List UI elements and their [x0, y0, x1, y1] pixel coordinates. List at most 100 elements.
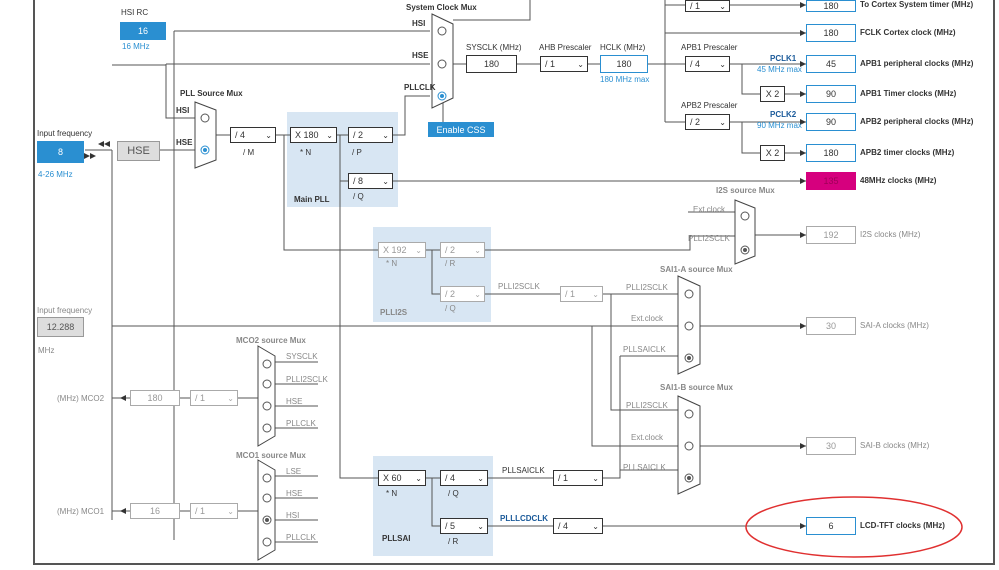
- plli2s-r-label: / R: [445, 259, 456, 268]
- sai-b-plli2sclk: PLLI2SCLK: [626, 401, 668, 410]
- plli2s-r-select[interactable]: / 2 ⌄: [440, 242, 485, 258]
- sai-a-clock-value[interactable]: 30: [806, 317, 856, 335]
- pllsai-q-select[interactable]: / 4 ⌄: [440, 470, 488, 486]
- apb2-label: APB2 Prescaler: [681, 101, 738, 110]
- clk48-value[interactable]: 135: [806, 172, 856, 190]
- pll-m-select[interactable]: / 4 ⌄: [230, 127, 276, 143]
- sai-b-clock-label: SAI-B clocks (MHz): [860, 441, 930, 450]
- hse-range: 4-26 MHz: [38, 170, 73, 179]
- apb2-timer-label: APB2 timer clocks (MHz): [860, 148, 955, 157]
- i2s-mux-ext: Ext.clock: [693, 205, 726, 214]
- mco2-hse: HSE: [286, 397, 303, 406]
- hsi-value[interactable]: 16: [120, 22, 166, 40]
- cortex-timer-label: To Cortex System timer (MHz): [860, 0, 974, 9]
- cortex-timer-value[interactable]: 180: [806, 0, 856, 12]
- apb2-timer-value[interactable]: 180: [806, 144, 856, 162]
- pllsai-q-label: / Q: [448, 489, 459, 498]
- mco1-hse: HSE: [286, 489, 303, 498]
- sai-a-ext: Ext.clock: [631, 314, 664, 323]
- pllsai-n-label: * N: [386, 489, 398, 498]
- pclk1-label: PCLK1: [770, 54, 797, 63]
- sai-b-clock-value[interactable]: 30: [806, 437, 856, 455]
- apb1-timer-value[interactable]: 90: [806, 85, 856, 103]
- pll-source-mux-title: PLL Source Mux: [180, 89, 243, 98]
- hclk-max: 180 MHz max: [600, 75, 650, 84]
- apb1-x2: X 2: [760, 86, 785, 102]
- sysmux-hse: HSE: [412, 51, 429, 60]
- pll-n-select[interactable]: X 180 ⌄: [290, 127, 337, 143]
- apb2-peripheral-value[interactable]: 90: [806, 113, 856, 131]
- apb2-prescaler-select[interactable]: / 2 ⌄: [685, 114, 730, 130]
- pclk2-max: 90 MHz max: [757, 121, 802, 130]
- pll-source-hse: HSE: [176, 138, 193, 147]
- pll-q-label: / Q: [353, 192, 364, 201]
- pllsai-r-select[interactable]: / 5 ⌄: [440, 518, 488, 534]
- mco1-out-label: (MHz) MCO1: [57, 507, 105, 516]
- sai-b-ext: Ext.clock: [631, 433, 664, 442]
- hsi-unit: 16 MHz: [122, 42, 150, 51]
- apb2-x2: X 2: [760, 145, 785, 161]
- apb1-timer-label: APB1 Timer clocks (MHz): [860, 89, 957, 98]
- hsi-rc-label: HSI RC: [121, 8, 149, 17]
- hse-input-frequency[interactable]: 8: [37, 141, 84, 163]
- i2s-clock-label: I2S clocks (MHz): [860, 230, 921, 239]
- hclk-value[interactable]: 180: [600, 55, 648, 73]
- mco2-sysclk: SYSCLK: [286, 352, 318, 361]
- mco2-plli2sclk: PLLI2SCLK: [286, 375, 328, 384]
- sai-a-clock-label: SAI-A clocks (MHz): [860, 321, 929, 330]
- mco2-out-label: (MHz) MCO2: [57, 394, 105, 403]
- plli2s-q-select[interactable]: / 2 ⌄: [440, 286, 485, 302]
- sysclk-value[interactable]: 180: [466, 55, 517, 73]
- plli2s-n-label: * N: [386, 259, 398, 268]
- mco2-mux-title: MCO2 source Mux: [236, 336, 306, 345]
- fclk-value[interactable]: 180: [806, 24, 856, 42]
- sai-b-mux-title: SAI1-B source Mux: [660, 383, 733, 392]
- apb1-peripheral-value[interactable]: 45: [806, 55, 856, 73]
- apb1-prescaler-select[interactable]: / 4 ⌄: [685, 56, 730, 72]
- top-prescaler-select[interactable]: / 1 ⌄: [685, 0, 730, 12]
- main-pll-title: Main PLL: [294, 195, 330, 204]
- ext-input-unit: MHz: [38, 346, 55, 355]
- i2s-clock-value[interactable]: 192: [806, 226, 856, 244]
- pll-m-label: / M: [243, 148, 255, 157]
- fclk-label: FCLK Cortex clock (MHz): [860, 28, 956, 37]
- apb2-peripheral-label: APB2 peripheral clocks (MHz): [860, 117, 974, 126]
- enable-css-button[interactable]: Enable CSS: [428, 122, 494, 137]
- lcd-tft-clock-value[interactable]: 6: [806, 517, 856, 535]
- ext-input-frequency[interactable]: 12.288: [37, 317, 84, 337]
- plli2s-title: PLLI2S: [380, 308, 408, 317]
- pllsai-lcd-div-select[interactable]: / 4 ⌄: [553, 518, 603, 534]
- pclk2-label: PCLK2: [770, 110, 797, 119]
- mco1-pllclk: PLLCLK: [286, 533, 316, 542]
- pllsai-r-label: / R: [448, 537, 459, 546]
- plli2s-q-label: / Q: [445, 304, 456, 313]
- pll-source-hsi: HSI: [176, 106, 190, 115]
- sai-a-pllsaiclk: PLLSAICLK: [623, 345, 666, 354]
- plli2s-clk-label: PLLI2SCLK: [498, 282, 540, 291]
- plli2s-n-select[interactable]: X 192 ⌄: [378, 242, 426, 258]
- mco1-lse: LSE: [286, 467, 302, 476]
- pllsai-div-select[interactable]: / 1 ⌄: [553, 470, 603, 486]
- mco2-div-select[interactable]: / 1 ⌄: [190, 390, 238, 406]
- plli2s-div-select[interactable]: / 1 ⌄: [560, 286, 603, 302]
- hclk-label: HCLK (MHz): [600, 43, 646, 52]
- mco2-value[interactable]: 180: [130, 390, 180, 406]
- pll-n-label: * N: [300, 148, 312, 157]
- sysclk-label: SYSCLK (MHz): [466, 43, 522, 52]
- clk48-label: 48MHz clocks (MHz): [860, 176, 937, 185]
- sai-b-pllsaiclk: PLLSAICLK: [623, 463, 666, 472]
- i2s-mux-title: I2S source Mux: [716, 186, 775, 195]
- ahb-prescaler-select[interactable]: / 1 ⌄: [540, 56, 588, 72]
- hse-input-label: Input frequency: [37, 129, 93, 138]
- pclk1-max: 45 MHz max: [757, 65, 802, 74]
- apb1-label: APB1 Prescaler: [681, 43, 738, 52]
- pll-q-select[interactable]: / 8 ⌄: [348, 173, 393, 189]
- sai-a-plli2sclk: PLLI2SCLK: [626, 283, 668, 292]
- mco1-div-select[interactable]: / 1 ⌄: [190, 503, 238, 519]
- pll-p-select[interactable]: / 2 ⌄: [348, 127, 393, 143]
- mco1-value[interactable]: 16: [130, 503, 180, 519]
- pllsai-title: PLLSAI: [382, 534, 411, 543]
- lcd-tft-clock-label: LCD-TFT clocks (MHz): [860, 521, 945, 530]
- pllsai-n-select[interactable]: X 60 ⌄: [378, 470, 426, 486]
- sysmux-hsi: HSI: [412, 19, 426, 28]
